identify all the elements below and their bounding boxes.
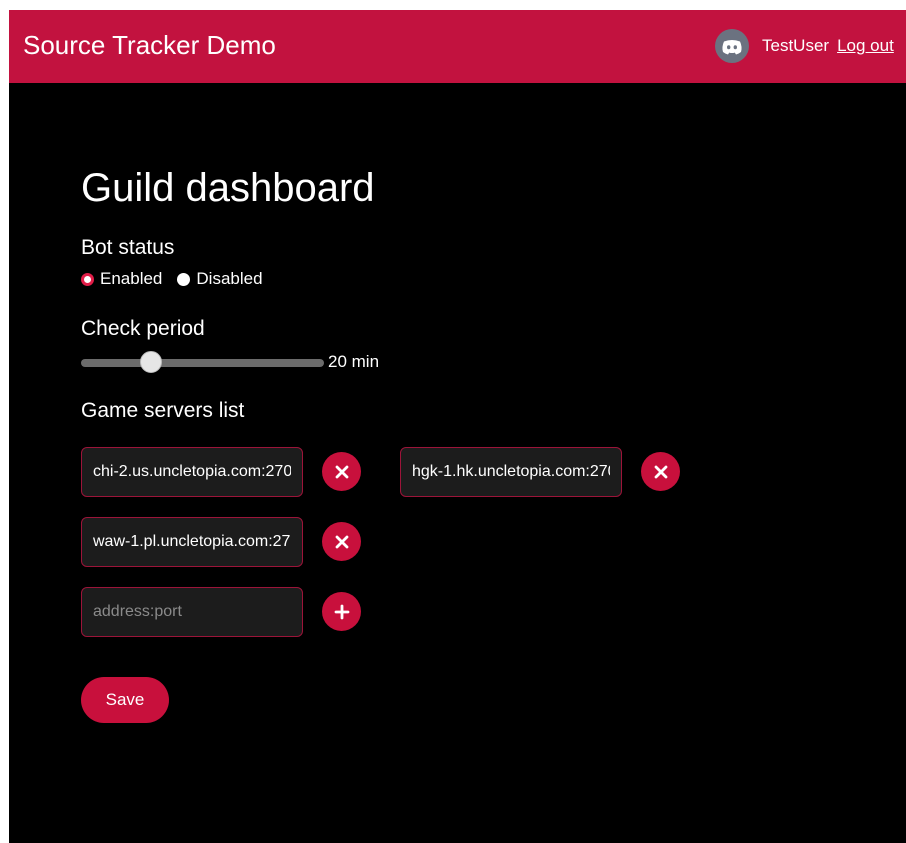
- remove-server-button-3[interactable]: [322, 522, 361, 561]
- save-button[interactable]: Save: [81, 677, 169, 723]
- close-icon: [335, 535, 348, 548]
- app-window: Source Tracker Demo TestUser Log out Gui…: [9, 10, 906, 843]
- add-server-button[interactable]: [322, 592, 361, 631]
- slider-track[interactable]: [81, 359, 324, 367]
- plus-icon: [334, 604, 349, 619]
- close-icon: [654, 465, 667, 478]
- server-input-2[interactable]: [400, 447, 622, 497]
- server-input-1[interactable]: [81, 447, 303, 497]
- radio-disabled-indicator[interactable]: [177, 272, 191, 286]
- radio-enabled-indicator[interactable]: [81, 272, 94, 286]
- server-input-3[interactable]: [81, 517, 303, 567]
- servers-list-label: Game servers list: [81, 399, 245, 422]
- radio-enabled-label: Enabled: [100, 269, 163, 288]
- new-server-input[interactable]: [81, 587, 303, 637]
- bot-status-radio-group: Enabled Disabled: [81, 269, 263, 289]
- user-area: TestUser Log out: [715, 29, 894, 63]
- slider-thumb[interactable]: [140, 351, 163, 373]
- remove-server-button-2[interactable]: [641, 452, 680, 491]
- page-title: Guild dashboard: [81, 166, 375, 210]
- remove-server-button-1[interactable]: [322, 452, 361, 491]
- close-icon: [335, 465, 348, 478]
- discord-icon: [715, 29, 749, 63]
- top-bar: Source Tracker Demo TestUser Log out: [9, 10, 906, 83]
- radio-enabled[interactable]: Enabled: [81, 269, 162, 289]
- check-period-value: 20 min: [328, 352, 380, 371]
- check-period-slider[interactable]: [81, 351, 324, 375]
- radio-disabled[interactable]: Disabled: [177, 269, 263, 289]
- check-period-label: Check period: [81, 317, 205, 340]
- bot-status-label: Bot status: [81, 236, 175, 259]
- app-title: Source Tracker Demo: [23, 30, 276, 60]
- user-name: TestUser: [762, 36, 830, 55]
- logout-link[interactable]: Log out: [837, 36, 894, 56]
- radio-disabled-label: Disabled: [196, 269, 263, 288]
